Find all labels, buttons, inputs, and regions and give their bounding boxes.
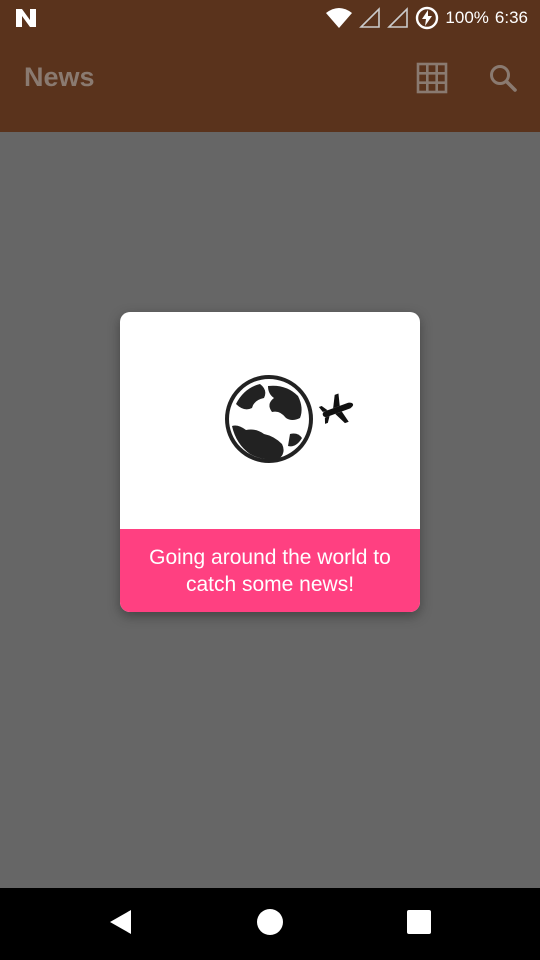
home-icon [256, 908, 284, 941]
grid-view-icon [416, 62, 448, 99]
battery-charging-icon [415, 6, 439, 30]
back-icon [107, 908, 133, 941]
clock-time: 6:36 [494, 8, 528, 27]
page-title: News [24, 62, 95, 92]
back-button[interactable] [100, 904, 140, 944]
home-button[interactable] [250, 904, 290, 944]
globe-icon [224, 374, 314, 469]
search-button[interactable] [483, 60, 523, 100]
recents-icon [406, 909, 432, 940]
signal-empty-icon [387, 7, 409, 29]
notification-n-icon [14, 7, 38, 29]
dialog-illustration [120, 312, 420, 529]
dialog-message-bar: Going around the world to catch some new… [120, 529, 420, 612]
grid-view-button[interactable] [412, 60, 452, 100]
airplane-icon [318, 392, 356, 433]
status-indicators: 100% 6:36 [325, 0, 528, 36]
system-nav-bar [0, 888, 540, 960]
app-bar: News [0, 36, 540, 132]
loading-dialog: Going around the world to catch some new… [120, 312, 420, 612]
battery-percent: 100% [445, 8, 489, 27]
recents-button[interactable] [399, 904, 439, 944]
wifi-icon [325, 7, 353, 29]
search-icon [488, 63, 518, 98]
status-bar: 100% 6:36 [0, 0, 540, 36]
signal-empty-icon [359, 7, 381, 29]
dialog-message: Going around the world to catch some new… [149, 545, 391, 596]
